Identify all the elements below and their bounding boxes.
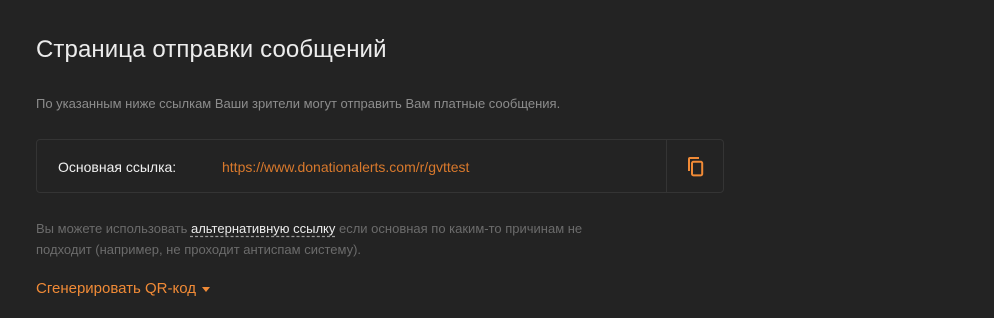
page-description: По указанным ниже ссылкам Ваши зрители м… <box>36 96 561 111</box>
copy-link-button[interactable] <box>666 140 723 192</box>
generate-qr-label: Сгенерировать QR-код <box>36 280 197 297</box>
main-link-box: Основная ссылка: https://www.donationale… <box>36 139 724 193</box>
alternative-link-note: Вы можете использовать альтернативную сс… <box>36 218 616 260</box>
copy-icon <box>688 156 704 176</box>
page-title: Страница отправки сообщений <box>36 36 387 63</box>
main-link-label: Основная ссылка: <box>58 159 177 175</box>
donation-page-settings: Страница отправки сообщений По указанным… <box>0 0 994 318</box>
caret-down-icon <box>202 286 211 292</box>
main-link-url[interactable]: https://www.donationalerts.com/r/gvttest <box>222 159 469 175</box>
generate-qr-toggle[interactable]: Сгенерировать QR-код <box>36 280 211 297</box>
alternative-link[interactable]: альтернативную ссылку <box>191 221 335 236</box>
note-text-before: Вы можете использовать <box>36 221 191 236</box>
